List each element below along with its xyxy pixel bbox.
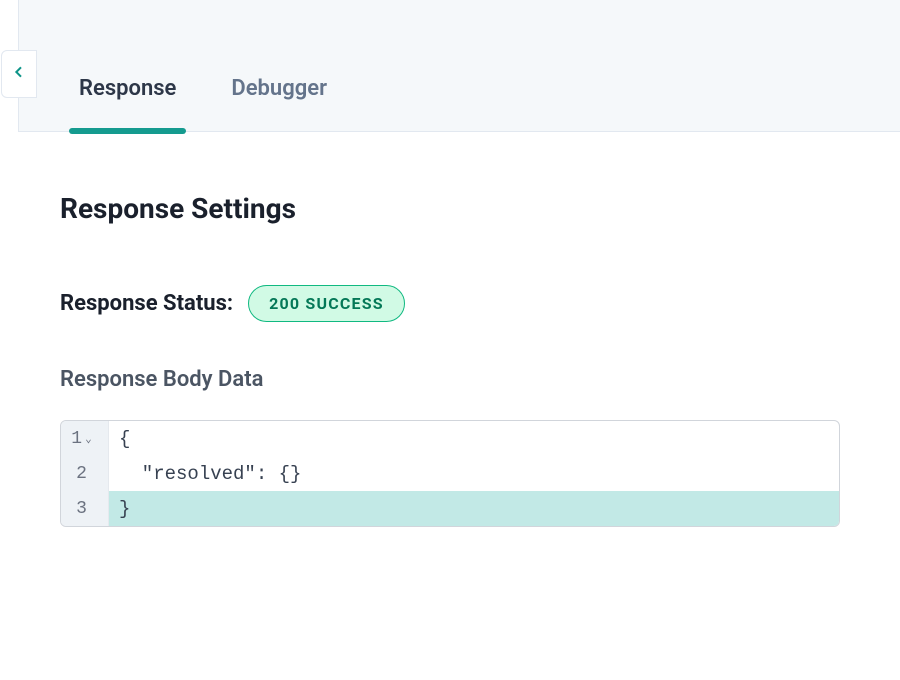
line-number: 3 (61, 491, 109, 526)
tab-response[interactable]: Response (79, 76, 176, 131)
chevron-left-icon (11, 64, 27, 84)
tab-debugger[interactable]: Debugger (231, 76, 327, 131)
tab-list: Response Debugger (19, 0, 900, 131)
response-body-label: Response Body Data (60, 367, 840, 392)
code-line[interactable]: 3} (61, 491, 839, 526)
page-title: Response Settings (60, 192, 840, 225)
code-line[interactable]: 2 "resolved": {} (61, 456, 839, 491)
fold-toggle-icon[interactable]: ⌄ (85, 435, 92, 446)
code-text: "resolved": {} (109, 456, 839, 491)
response-status-row: Response Status: 200 SUCCESS (60, 285, 840, 322)
code-text: { (109, 421, 839, 456)
line-number: 1⌄ (61, 421, 109, 456)
response-panel: Response Settings Response Status: 200 S… (0, 132, 900, 567)
collapse-panel-button[interactable] (1, 50, 37, 98)
tab-header: Response Debugger (18, 0, 900, 132)
response-status-label: Response Status: (60, 291, 233, 316)
line-number: 2 (61, 456, 109, 491)
code-line[interactable]: 1⌄{ (61, 421, 839, 456)
response-body-editor[interactable]: 1⌄{2 "resolved": {}3} (60, 420, 840, 527)
status-badge: 200 SUCCESS (248, 285, 405, 322)
code-text: } (109, 491, 839, 526)
